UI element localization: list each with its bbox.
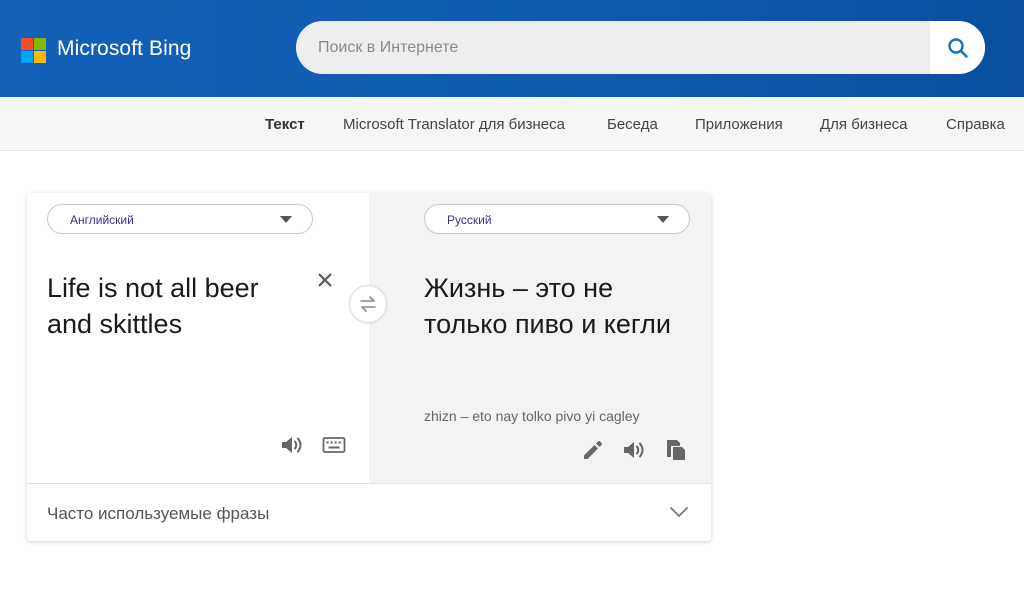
speaker-icon (282, 437, 302, 453)
swap-languages-button[interactable] (349, 285, 387, 323)
tab-help[interactable]: Справка (946, 116, 1005, 133)
search-button[interactable] (930, 21, 985, 74)
copy-icon (667, 440, 685, 460)
close-icon (318, 273, 332, 287)
source-speak-button[interactable] (279, 432, 305, 458)
brand-name[interactable]: Microsoft Bing (57, 37, 191, 61)
target-pane: Русский Жизнь – это не только пиво и кег… (369, 193, 711, 483)
caret-down-icon (280, 216, 292, 223)
common-phrases-row[interactable]: Часто используемые фразы (27, 483, 711, 541)
keyboard-button[interactable] (321, 432, 347, 458)
search-box (296, 21, 985, 74)
pencil-icon (584, 441, 602, 459)
source-pane: Английский Life is not all beer and skit… (27, 193, 369, 483)
source-language-select[interactable]: Английский (47, 204, 313, 234)
caret-down-icon (657, 216, 669, 223)
nav-bar: Текст Microsoft Translator для бизнеса Б… (0, 97, 1024, 151)
search-input[interactable] (296, 21, 930, 74)
expand-phrases-button[interactable] (667, 502, 691, 522)
target-speak-button[interactable] (621, 437, 647, 463)
copy-button[interactable] (663, 437, 689, 463)
speaker-icon (624, 442, 644, 458)
swap-icon (360, 296, 376, 312)
edit-button[interactable] (580, 437, 606, 463)
chevron-down-icon (670, 507, 688, 518)
tab-text[interactable]: Текст (265, 116, 305, 133)
header: Microsoft Bing (0, 0, 1024, 97)
tab-for-business[interactable]: Для бизнеса (820, 116, 908, 133)
common-phrases-label: Часто используемые фразы (47, 504, 270, 523)
search-icon (947, 37, 968, 58)
tab-translator-business[interactable]: Microsoft Translator для бизнеса (343, 116, 565, 133)
source-language-label: Английский (70, 213, 134, 227)
keyboard-icon (322, 437, 346, 453)
tab-conversation[interactable]: Беседа (607, 116, 658, 133)
microsoft-logo-icon[interactable] (21, 38, 47, 64)
translator-card: Английский Life is not all beer and skit… (27, 193, 711, 541)
clear-button[interactable] (314, 269, 336, 291)
transliteration-text: zhizn – eto nay tolko pivo yi cagley (424, 408, 640, 424)
tab-apps[interactable]: Приложения (695, 116, 783, 133)
source-text-input[interactable]: Life is not all beer and skittles (47, 270, 307, 342)
translated-text: Жизнь – это не только пиво и кегли (424, 273, 672, 339)
target-language-label: Русский (447, 213, 492, 227)
target-language-select[interactable]: Русский (424, 204, 690, 234)
